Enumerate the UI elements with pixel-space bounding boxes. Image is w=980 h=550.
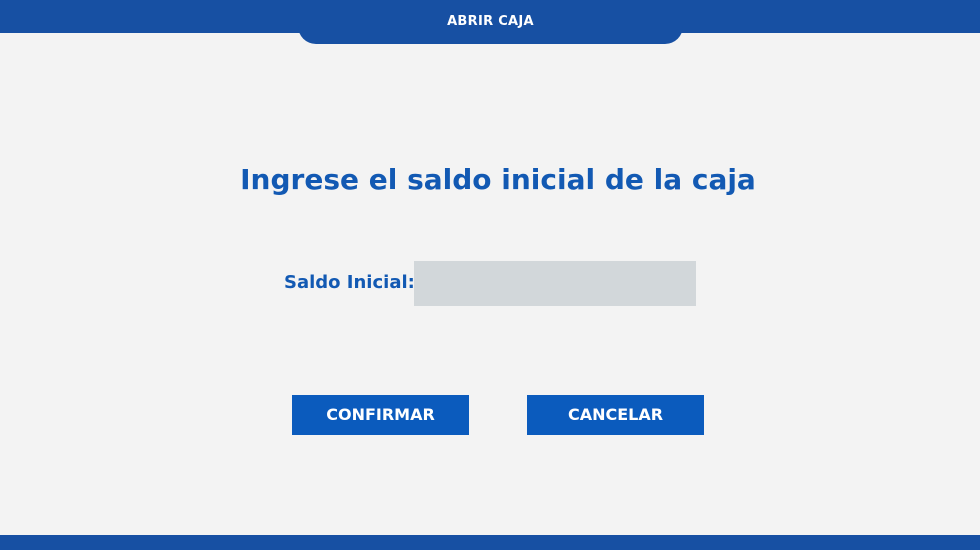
initial-balance-input[interactable] — [414, 261, 696, 306]
initial-balance-label: Saldo Inicial: — [284, 272, 415, 293]
cancel-button[interactable]: CANCELAR — [527, 395, 704, 435]
confirm-button[interactable]: CONFIRMAR — [292, 395, 469, 435]
page-heading: Ingrese el saldo inicial de la caja — [240, 163, 756, 196]
header-tab: ABRIR CAJA — [298, 0, 683, 44]
header-title: ABRIR CAJA — [447, 14, 534, 29]
bottom-bar — [0, 535, 980, 550]
open-cash-register-screen: ABRIR CAJA Ingrese el saldo inicial de l… — [0, 0, 980, 550]
